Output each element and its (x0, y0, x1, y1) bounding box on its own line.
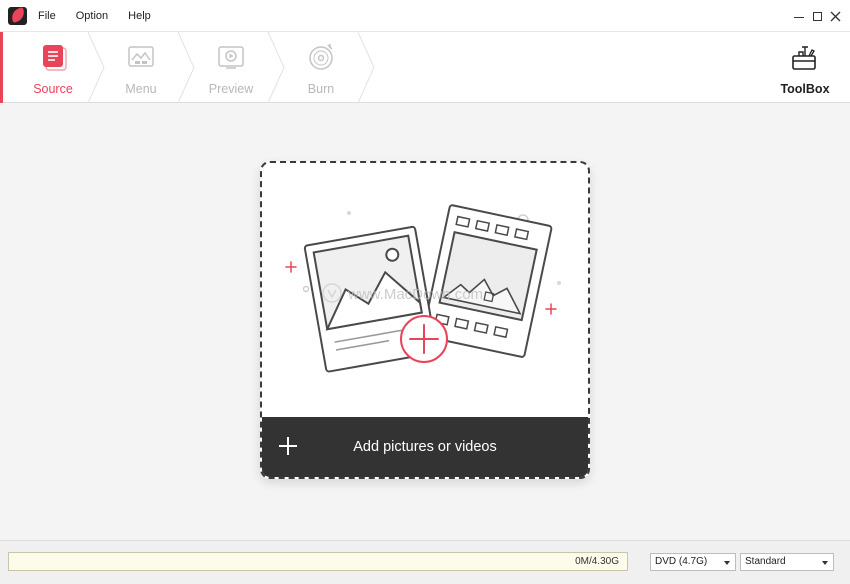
chevron-down-icon (724, 561, 730, 565)
watermark-text: www.MacDown.com (347, 286, 483, 303)
step-toolbar: Source Menu Preview Burn ToolBox (0, 32, 850, 103)
add-media-label: Add pictures or videos (353, 439, 497, 455)
tab-source-label: Source (33, 82, 73, 96)
close-icon (830, 11, 840, 21)
disc-capacity-bar: 0M/4.30G (8, 552, 628, 571)
maximize-icon (812, 11, 822, 21)
media-drop-zone[interactable]: www.MacDown.com Add pictures or videos (260, 161, 590, 479)
tab-preview[interactable]: Preview (186, 32, 276, 103)
minimize-icon (794, 16, 804, 18)
menu-bar: File Option Help (38, 0, 171, 32)
tab-burn[interactable]: Burn (276, 32, 366, 103)
toolbox-button[interactable]: ToolBox (772, 32, 838, 103)
toolbox-label: ToolBox (780, 82, 830, 96)
tab-menu[interactable]: Menu (96, 32, 186, 103)
quality-select[interactable]: Standard (740, 553, 834, 571)
tab-burn-label: Burn (307, 82, 335, 96)
disc-capacity-text: 0M/4.30G (575, 556, 619, 567)
step-separator (358, 32, 375, 103)
chevron-down-icon (822, 561, 828, 565)
burn-disc-icon (309, 44, 333, 70)
app-logo-icon (8, 7, 27, 25)
toolbox-icon (792, 46, 816, 70)
maximize-button[interactable] (810, 8, 824, 24)
title-bar: File Option Help (0, 0, 850, 32)
media-illustration: www.MacDown.com (285, 204, 561, 373)
minimize-button[interactable] (792, 8, 806, 24)
plus-icon (278, 436, 298, 456)
source-icon (43, 45, 67, 71)
add-media-button[interactable]: Add pictures or videos (262, 417, 588, 477)
tab-source[interactable]: Source (8, 32, 98, 103)
quality-value: Standard (745, 556, 786, 567)
preview-icon (218, 46, 244, 69)
menu-help[interactable]: Help (128, 0, 151, 32)
disc-type-value: DVD (4.7G) (655, 556, 708, 567)
tab-menu-label: Menu (125, 82, 157, 96)
disc-type-select[interactable]: DVD (4.7G) (650, 553, 736, 571)
tab-preview-label: Preview (208, 82, 254, 96)
menu-option[interactable]: Option (76, 0, 108, 32)
close-button[interactable] (828, 8, 842, 24)
active-step-indicator (0, 32, 3, 103)
menu-file[interactable]: File (38, 0, 56, 32)
menu-template-icon (128, 46, 154, 67)
status-bar: 0M/4.30G DVD (4.7G) Standard (0, 540, 850, 584)
